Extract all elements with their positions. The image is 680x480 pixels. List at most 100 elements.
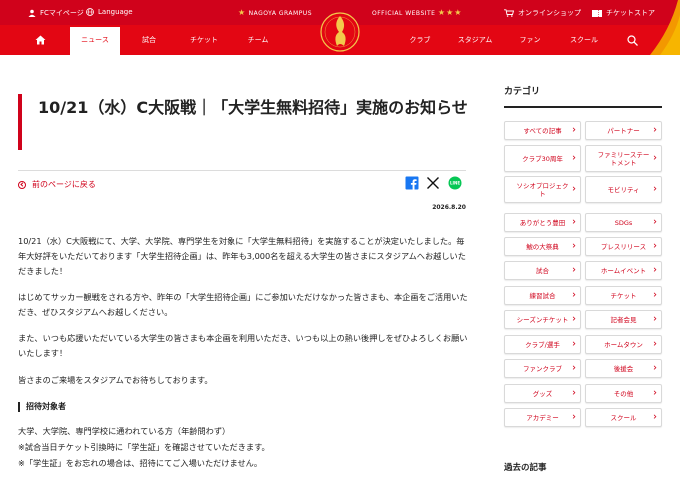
title-divider bbox=[18, 170, 466, 171]
official-label: OFFICIAL WEBSITE bbox=[372, 10, 436, 17]
category-sdgs[interactable]: SDGs bbox=[585, 213, 662, 232]
category-label: SDGs bbox=[614, 218, 633, 227]
category-label: ホームタウン bbox=[604, 340, 643, 349]
grampus-logo[interactable] bbox=[320, 2, 360, 64]
back-link[interactable]: 前のページに戻る bbox=[18, 179, 96, 190]
category-family-statement[interactable]: ファミリーステートメント bbox=[585, 145, 662, 172]
category-press-conference[interactable]: 記者会見 bbox=[585, 310, 662, 329]
category-30th[interactable]: クラブ30周年 bbox=[504, 145, 581, 172]
stars-decoration: ★★★ bbox=[437, 8, 463, 17]
article-paragraph-1: 10/21（水）C大阪戦にて、大学、大学院、専門学生を対象に「大学生無料招待」を… bbox=[18, 236, 466, 276]
nav-home[interactable] bbox=[30, 25, 50, 55]
category-ticket[interactable]: チケット bbox=[585, 286, 662, 305]
category-label: クラブ/選手 bbox=[525, 340, 560, 349]
category-hometown[interactable]: ホームタウン bbox=[585, 335, 662, 354]
category-all[interactable]: すべての記事 bbox=[504, 121, 581, 140]
category-home-event[interactable]: ホームイベント bbox=[585, 261, 662, 280]
nav-stadium[interactable]: スタジアム bbox=[452, 25, 498, 55]
category-label: スクール bbox=[610, 413, 637, 422]
user-icon bbox=[28, 9, 36, 17]
brand-label: NAGOYA GRAMPUS bbox=[248, 10, 313, 17]
category-label: すべての記事 bbox=[523, 126, 562, 135]
section-line-1: 大学、大学院、専門学校に通われている方（年齢問わず） bbox=[18, 426, 231, 436]
category-label: ファンクラブ bbox=[523, 364, 562, 373]
decorative-swoosh bbox=[650, 0, 680, 55]
svg-text:LINE: LINE bbox=[450, 181, 460, 186]
section-line-2: ※試合当日チケット引換時に「学生証」を確認させていただきます。 bbox=[18, 442, 270, 452]
title-accent-bar bbox=[18, 94, 22, 150]
category-label: チケット bbox=[610, 291, 637, 300]
nav-fan[interactable]: ファン bbox=[512, 25, 548, 55]
language-label: Language bbox=[98, 8, 133, 16]
category-label: 試合 bbox=[536, 266, 549, 275]
sidebar-title: カテゴリ bbox=[504, 87, 541, 97]
page-title: 10/21（水）C大阪戦｜「大学生無料招待」実施のお知らせ bbox=[38, 98, 468, 117]
category-club-players[interactable]: クラブ/選手 bbox=[504, 335, 581, 354]
category-match[interactable]: 試合 bbox=[504, 261, 581, 280]
category-label: プレスリリース bbox=[600, 242, 647, 251]
category-festival[interactable]: 鯱の大祭典 bbox=[504, 237, 581, 256]
category-season-ticket[interactable]: シーズンチケット bbox=[504, 310, 581, 329]
category-label: ファミリーステートメント bbox=[597, 150, 650, 167]
category-label: ソシオプロジェクト bbox=[516, 181, 569, 198]
x-share-icon[interactable] bbox=[426, 176, 440, 190]
language-link[interactable]: Language bbox=[86, 8, 133, 16]
category-academy[interactable]: アカデミー bbox=[504, 408, 581, 427]
chevron-left-icon bbox=[18, 180, 26, 189]
line-share-icon[interactable]: LINE bbox=[448, 176, 462, 190]
category-thanks-toyota[interactable]: ありがとう豊田 bbox=[504, 213, 581, 232]
cart-icon bbox=[504, 9, 514, 17]
sidebar-title-underline bbox=[504, 106, 662, 108]
nav-school[interactable]: スクール bbox=[562, 25, 606, 55]
grampus-emblem-icon bbox=[320, 12, 360, 52]
category-label: 後援会 bbox=[613, 364, 634, 373]
online-shop-label: オンラインショップ bbox=[518, 9, 581, 17]
article-paragraph-4: 皆さまのご来場をスタジアムでお待ちしております。 bbox=[18, 375, 213, 385]
category-label: 練習試合 bbox=[529, 291, 556, 300]
fc-mypage-label: FCマイページ bbox=[40, 9, 84, 17]
nav-ticket[interactable]: チケット bbox=[184, 25, 224, 55]
section-heading-label: 招待対象者 bbox=[26, 402, 66, 411]
brand-text: ★ NAGOYA GRAMPUS bbox=[238, 8, 312, 17]
category-label: アカデミー bbox=[526, 413, 559, 422]
category-label: クラブ30周年 bbox=[522, 154, 563, 163]
online-shop-link[interactable]: オンラインショップ bbox=[504, 8, 581, 18]
category-other[interactable]: その他 bbox=[585, 384, 662, 403]
category-label: グッズ bbox=[532, 389, 553, 398]
publish-date: 2026.8.20 bbox=[432, 204, 466, 211]
category-label: ありがとう豊田 bbox=[519, 218, 566, 227]
article-paragraph-3: また、いつも応援いただいている大学生の皆さまも本企画を利用いただき、いつも以上の… bbox=[18, 333, 468, 358]
article-paragraph-2: はじめてサッカー観戦をされる方や、昨年の「大学生招待企画」にご参加いただけなかっ… bbox=[18, 292, 468, 317]
home-icon bbox=[35, 35, 45, 45]
nav-team[interactable]: チーム bbox=[240, 25, 276, 55]
category-label: パートナー bbox=[607, 126, 640, 135]
globe-icon bbox=[86, 8, 94, 16]
official-text: OFFICIAL WEBSITE ★★★ bbox=[372, 8, 462, 17]
category-fan-club[interactable]: ファンクラブ bbox=[504, 359, 581, 378]
category-label: シーズンチケット bbox=[516, 315, 569, 324]
category-label: 記者会見 bbox=[610, 315, 637, 324]
star-icon: ★ bbox=[238, 8, 247, 17]
category-press-release[interactable]: プレスリリース bbox=[585, 237, 662, 256]
category-practice-match[interactable]: 練習試合 bbox=[504, 286, 581, 305]
nav-news[interactable]: ニュース bbox=[70, 27, 120, 55]
category-label: 鯱の大祭典 bbox=[526, 242, 559, 251]
category-label: モビリティ bbox=[607, 185, 640, 194]
past-articles-title: 過去の記事 bbox=[504, 463, 547, 473]
section-heading-bar bbox=[18, 401, 20, 412]
category-goods[interactable]: グッズ bbox=[504, 384, 581, 403]
section-heading: 招待対象者 bbox=[18, 401, 66, 412]
nav-match[interactable]: 試合 bbox=[132, 25, 166, 55]
section-line-3: ※「学生証」をお忘れの場合は、招待にてご入場いただけません。 bbox=[18, 458, 263, 468]
category-supporters[interactable]: 後援会 bbox=[585, 359, 662, 378]
ticket-icon bbox=[592, 9, 602, 17]
back-link-label: 前のページに戻る bbox=[32, 180, 96, 189]
category-label: ホームイベント bbox=[600, 266, 647, 275]
category-socio-project[interactable]: ソシオプロジェクト bbox=[504, 176, 581, 203]
facebook-share-icon[interactable] bbox=[405, 176, 419, 190]
category-partner[interactable]: パートナー bbox=[585, 121, 662, 140]
nav-club[interactable]: クラブ bbox=[402, 25, 438, 55]
category-mobility[interactable]: モビリティ bbox=[585, 176, 662, 203]
category-school[interactable]: スクール bbox=[585, 408, 662, 427]
fc-mypage-link[interactable]: FCマイページ bbox=[28, 8, 84, 18]
